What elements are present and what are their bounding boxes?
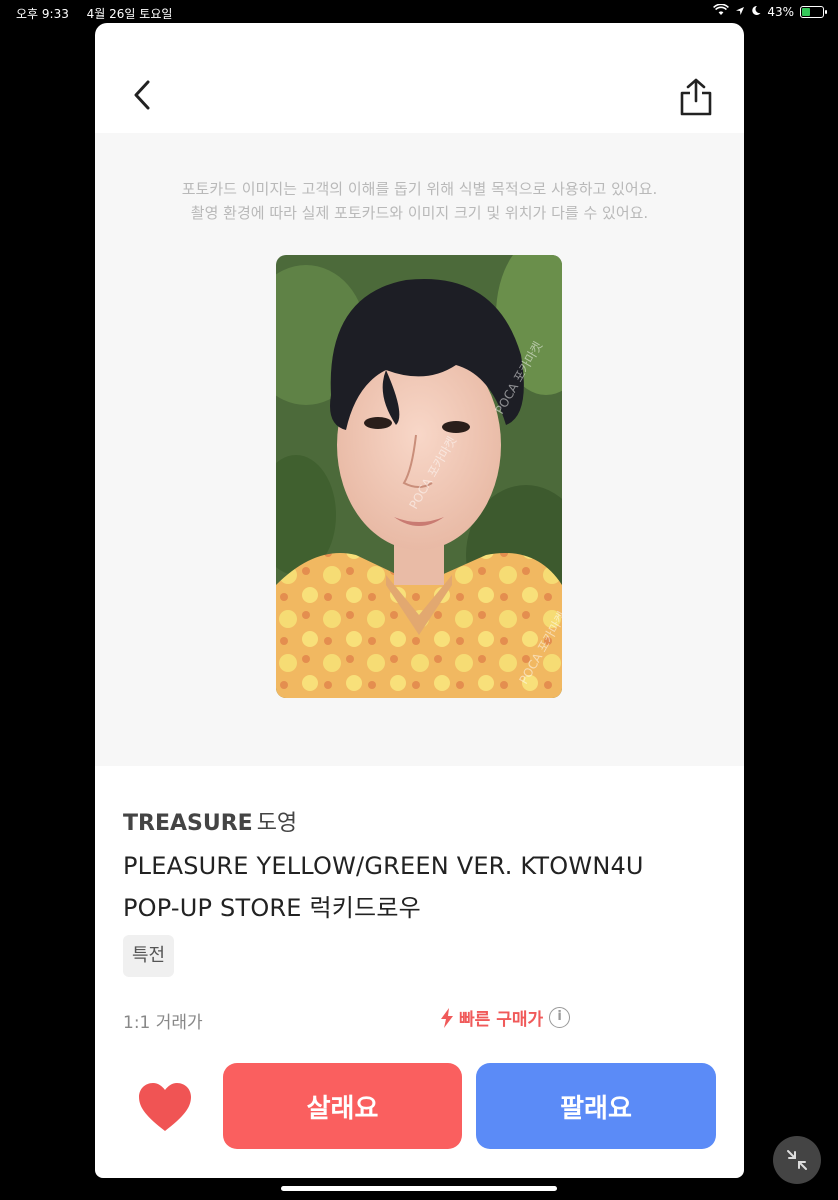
share-icon [680, 78, 712, 116]
minimize-button[interactable] [773, 1136, 821, 1184]
notice-line-1: 포토카드 이미지는 고객의 이해를 돕기 위해 식별 목적으로 사용하고 있어요… [181, 180, 658, 198]
lightning-icon [441, 1007, 453, 1028]
title-line-1: PLEASURE YELLOW/GREEN VER. KTOWN4U [123, 852, 644, 880]
trade-type-label: 1:1 거래가 [123, 1013, 203, 1033]
collapse-arrows-icon [787, 1150, 807, 1170]
group-name: TREASURE [123, 811, 253, 836]
artist-line: TREASURE 도영 [123, 805, 723, 837]
chevron-left-icon [134, 80, 150, 110]
image-notice: 포토카드 이미지는 고객의 이해를 돕기 위해 식별 목적으로 사용하고 있어요… [95, 177, 744, 225]
wifi-icon [713, 3, 730, 19]
status-bar: 오후 9:33 4월 26일 토요일 43% [0, 0, 838, 24]
product-info: TREASURE 도영 PLEASURE YELLOW/GREEN VER. KT… [123, 805, 723, 929]
fast-buy-price[interactable]: 빠른 구매가 i [439, 1005, 571, 1030]
photocard-image[interactable]: POCA 포카마켓 POCA 포카마켓 POCA 포카마켓 [276, 255, 562, 698]
fast-buy-label: 빠른 구매가 [459, 1010, 544, 1030]
buy-button[interactable]: 살래요 [223, 1063, 462, 1149]
moon-icon [751, 5, 761, 19]
product-title: PLEASURE YELLOW/GREEN VER. KTOWN4U POP-U… [123, 845, 723, 929]
heart-icon [139, 1083, 191, 1131]
status-time: 오후 9:33 [16, 7, 69, 21]
like-button[interactable] [137, 1081, 193, 1133]
title-line-2: POP-UP STORE 럭키드로우 [123, 894, 421, 922]
info-icon[interactable]: i [549, 1007, 571, 1028]
benefit-tag: 특전 [123, 935, 175, 977]
notice-line-2: 촬영 환경에 따라 실제 포토카드와 이미지 크기 및 위치가 다를 수 있어요… [190, 204, 649, 222]
home-indicator[interactable] [281, 1186, 557, 1191]
share-button[interactable] [676, 75, 716, 119]
battery-percent: 43% [767, 4, 794, 19]
battery-icon [800, 5, 827, 18]
sell-button[interactable]: 팔래요 [476, 1063, 716, 1149]
product-sheet: 포토카드 이미지는 고객의 이해를 돕기 위해 식별 목적으로 사용하고 있어요… [95, 23, 744, 1178]
location-icon [735, 5, 745, 19]
photocard-area: 포토카드 이미지는 고객의 이해를 돕기 위해 식별 목적으로 사용하고 있어요… [95, 133, 744, 766]
back-button[interactable] [125, 75, 159, 115]
member-name: 도영 [256, 811, 298, 836]
status-date: 4월 26일 토요일 [86, 7, 173, 21]
